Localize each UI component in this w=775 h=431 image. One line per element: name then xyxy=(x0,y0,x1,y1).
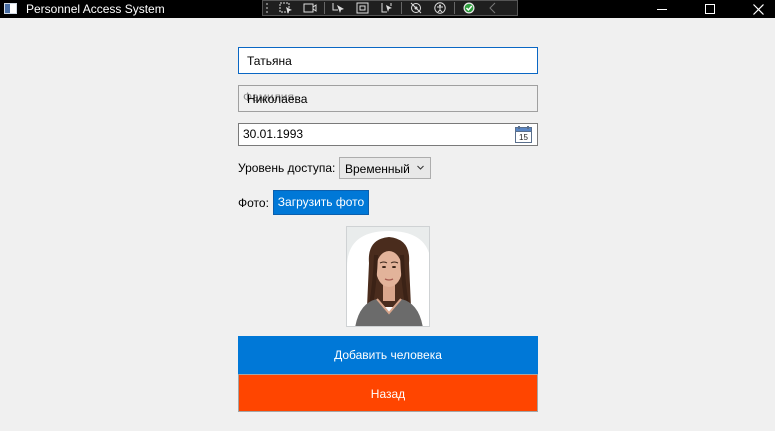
toolbar-separator xyxy=(324,2,325,14)
upload-photo-button[interactable]: Загрузить фото xyxy=(273,190,369,215)
live-preview-icon[interactable] xyxy=(301,2,319,15)
window-title: Personnel Access System xyxy=(26,2,165,16)
first-name-field[interactable]: Татьяна xyxy=(238,47,538,74)
last-name-field[interactable]: Фамилия Николаева xyxy=(238,85,538,112)
hot-reload-icon[interactable] xyxy=(378,2,396,15)
minimize-icon xyxy=(657,9,667,10)
last-name-value: Николаева xyxy=(247,92,308,106)
pointer-icon[interactable] xyxy=(330,2,348,15)
app-icon xyxy=(4,3,17,14)
layout-adorner-icon[interactable] xyxy=(354,2,372,15)
access-level-label: Уровень доступа: xyxy=(238,161,336,175)
birth-date-picker[interactable]: 30.01.1993 15 xyxy=(238,123,538,146)
birth-date-value: 30.01.1993 xyxy=(243,127,304,141)
portrait-image xyxy=(347,227,429,326)
access-level-select[interactable]: Временный xyxy=(339,157,431,179)
minimize-button[interactable] xyxy=(645,0,679,18)
calendar-day: 15 xyxy=(519,133,528,142)
person-photo xyxy=(346,226,430,327)
maximize-button[interactable] xyxy=(693,0,727,18)
toolbar-separator xyxy=(454,2,455,14)
close-button[interactable] xyxy=(741,0,775,18)
close-icon xyxy=(752,4,764,15)
maximize-icon xyxy=(705,4,715,14)
toolbar-separator xyxy=(401,2,402,14)
photo-label: Фото: xyxy=(238,196,269,210)
track-focus-icon[interactable] xyxy=(407,2,425,15)
toolbar-grip[interactable] xyxy=(266,3,274,13)
calendar-icon[interactable]: 15 xyxy=(515,126,532,143)
access-level-value: Временный xyxy=(345,162,410,176)
first-name-value: Татьяна xyxy=(247,54,292,68)
debug-toolbar xyxy=(262,0,518,16)
chevron-down-icon xyxy=(417,165,424,170)
accessibility-icon[interactable] xyxy=(431,2,449,15)
binding-ok-icon[interactable] xyxy=(460,2,478,15)
select-element-icon[interactable] xyxy=(277,2,295,15)
add-person-button[interactable]: Добавить человека xyxy=(238,336,538,374)
back-button[interactable]: Назад xyxy=(238,374,538,412)
collapse-chevron-icon[interactable] xyxy=(484,2,502,15)
